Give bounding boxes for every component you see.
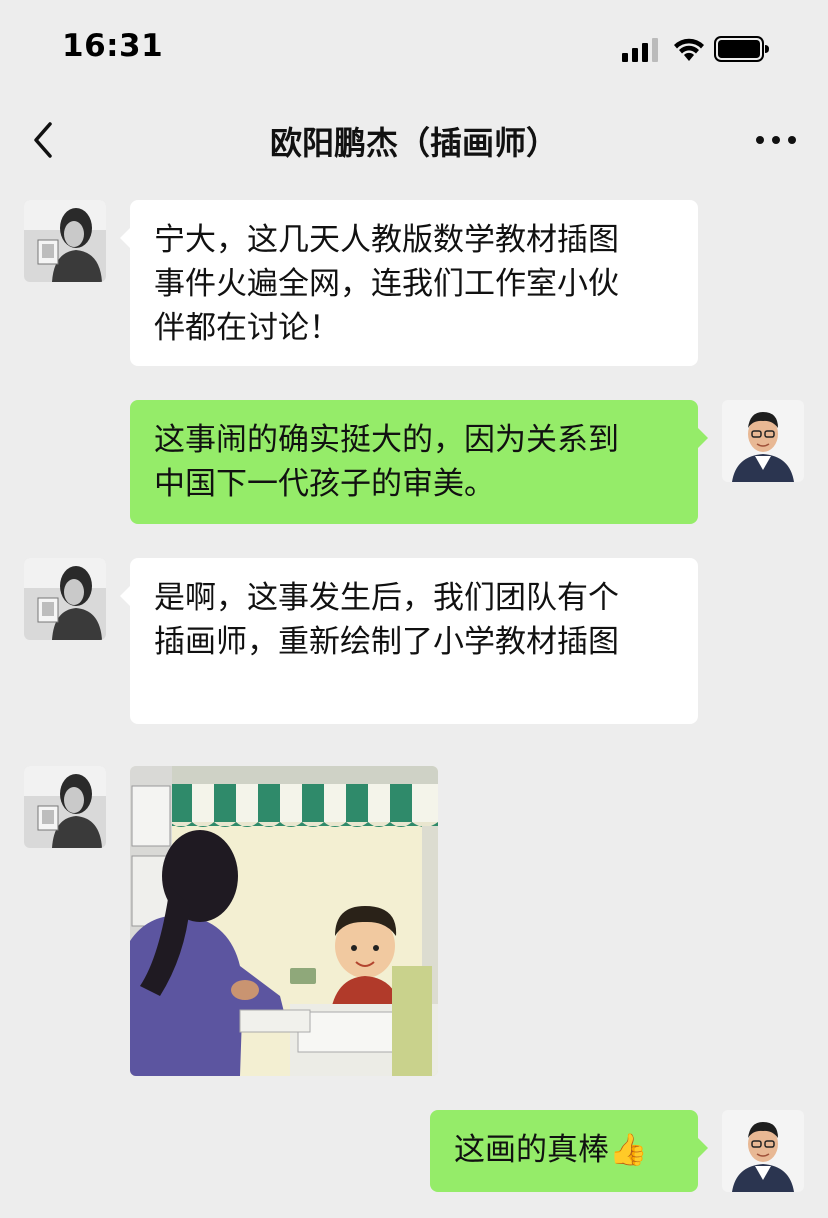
message-line: 是啊，这事发生后，我们团队有个 — [154, 580, 619, 616]
message-bubble-sent[interactable]: 这画的真棒👍 — [430, 1110, 708, 1192]
contact-avatar[interactable] — [24, 766, 106, 848]
status-time: 16:31 — [62, 28, 164, 64]
thumbs-up-icon: 👍 — [609, 1132, 648, 1168]
message-bubble-received[interactable]: 是啊，这事发生后，我们团队有个 插画师，重新绘制了小学教材插图 — [120, 558, 698, 724]
self-avatar[interactable] — [722, 1110, 804, 1192]
status-bar: 16:31 — [0, 0, 828, 100]
message-bubble-received[interactable]: 宁大，这几天人教版数学教材插图 事件火遍全网，连我们工作室小伙 伴都在讨论！ — [120, 200, 698, 366]
message-line: 中国下一代孩子的审美。 — [154, 466, 495, 502]
message-line: 插画师，重新绘制了小学教材插图 — [154, 624, 619, 660]
chat-title: 欧阳鹏杰（插画师） — [269, 124, 558, 162]
battery-icon — [714, 36, 769, 62]
message-text: 这画的真棒 — [454, 1132, 609, 1168]
message-line: 事件火遍全网，连我们工作室小伙 — [154, 266, 619, 302]
contact-avatar[interactable] — [24, 558, 106, 640]
message-bubble-sent[interactable]: 这事闹的确实挺大的，因为关系到 中国下一代孩子的审美。 — [130, 400, 708, 524]
image-message[interactable] — [130, 766, 438, 1076]
contact-avatar[interactable] — [24, 200, 106, 282]
nav-bar: 欧阳鹏杰（插画师） — [0, 100, 828, 180]
message-line: 这事闹的确实挺大的，因为关系到 — [154, 422, 619, 458]
wifi-icon — [674, 38, 704, 61]
more-dots-icon[interactable] — [754, 128, 798, 152]
message-line: 宁大，这几天人教版数学教材插图 — [154, 222, 619, 258]
chat-screen: 16:31 欧阳鹏杰（插画师） 宁大，这几天人教版数学教材插图 事件火遍全网，连… — [0, 0, 828, 1218]
illustration-image — [130, 766, 438, 1076]
cellular-signal-icon — [622, 38, 658, 62]
message-line: 伴都在讨论！ — [154, 310, 340, 346]
self-avatar[interactable] — [722, 400, 804, 482]
